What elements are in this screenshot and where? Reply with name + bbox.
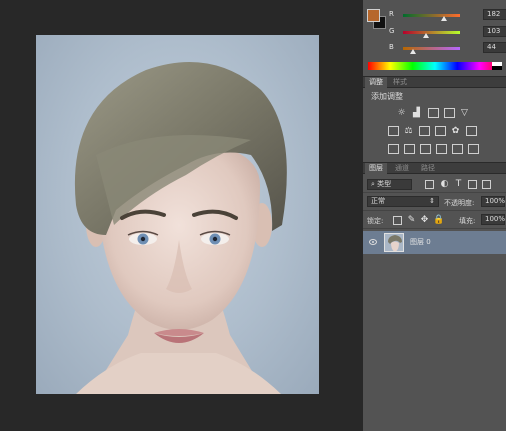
green-label: G <box>389 27 395 35</box>
opacity-field[interactable]: 100% <box>481 196 505 207</box>
photo-filter-icon[interactable] <box>435 126 446 136</box>
adjustments-title: 添加调整 <box>371 92 403 101</box>
layer-row[interactable]: 图层 0 <box>363 231 506 254</box>
invert-icon[interactable] <box>388 144 399 154</box>
layer-kind-label: 类型 <box>377 180 392 188</box>
black-white-icon[interactable] <box>419 126 430 136</box>
selective-color-icon[interactable] <box>436 144 447 154</box>
portrait-image <box>74 61 287 394</box>
color-spectrum-ramp[interactable] <box>368 62 502 70</box>
blend-opacity-row: 正常 ⇕ 不透明度: 100% <box>363 194 506 211</box>
red-slider-track[interactable] <box>403 14 460 17</box>
blue-value-field[interactable]: 44 <box>483 42 506 53</box>
green-slider-track[interactable] <box>403 31 460 34</box>
blue-slider-thumb[interactable] <box>409 49 416 54</box>
black-white-ramp[interactable] <box>492 62 502 70</box>
blue-slider-row: B 44 <box>389 42 506 54</box>
adjustments-panel: 添加调整 ☼ ▟ ▽ ⚖ ✿ <box>363 88 506 160</box>
panels-dock: R 182 G 103 B 44 调整 样式 添加调整 ☼ ▟ ▽ ⚖ ✿ 图层… <box>363 0 506 431</box>
brightness-contrast-icon[interactable]: ☼ <box>396 108 407 118</box>
lock-position-icon[interactable]: ✥ <box>419 215 430 225</box>
green-slider-row: G 103 <box>389 26 506 38</box>
adjustments-tabbar: 调整 样式 <box>363 76 506 88</box>
color-panel: R 182 G 103 B 44 <box>363 0 506 76</box>
lock-all-icon[interactable]: 🔒 <box>433 215 444 225</box>
color-lookup-icon[interactable] <box>466 126 477 136</box>
layer-name[interactable]: 图层 0 <box>410 237 431 247</box>
blue-label: B <box>389 43 394 51</box>
tab-layers[interactable]: 图层 <box>365 163 387 174</box>
threshold-icon[interactable] <box>420 144 431 154</box>
channel-mixer-icon[interactable]: ✿ <box>450 126 461 136</box>
search-icon: ⌕ <box>371 180 375 188</box>
blend-mode-select[interactable]: 正常 ⇕ <box>367 196 439 207</box>
curves-icon[interactable] <box>428 108 439 118</box>
filter-shape-icon[interactable] <box>468 180 477 189</box>
levels-icon[interactable]: ▟ <box>411 108 422 118</box>
filter-smart-object-icon[interactable] <box>482 180 491 189</box>
fill-label: 填充: <box>459 217 476 225</box>
document-canvas[interactable] <box>36 35 319 394</box>
layers-tabbar: 图层 通道 路径 <box>363 162 506 174</box>
tab-channels[interactable]: 通道 <box>391 163 413 174</box>
layer-kind-filter[interactable]: ⌕ 类型 <box>367 179 412 190</box>
layer-filter-row: ⌕ 类型 ◐ T <box>363 176 506 193</box>
fill-field[interactable]: 100% <box>481 214 505 225</box>
foreground-color-swatch[interactable] <box>367 9 380 22</box>
exposure-icon[interactable] <box>444 108 455 118</box>
chevron-down-icon: ⇕ <box>429 197 435 205</box>
lock-label: 锁定: <box>367 217 384 225</box>
red-slider-row: R 182 <box>389 9 506 21</box>
red-slider-thumb[interactable] <box>440 16 447 21</box>
lock-pixels-icon[interactable]: ✎ <box>406 215 417 225</box>
red-label: R <box>389 10 394 18</box>
gradient-map-icon[interactable] <box>452 144 463 154</box>
hue-saturation-icon[interactable] <box>388 126 399 136</box>
layers-panel: ⌕ 类型 ◐ T 正常 ⇕ 不透明度: 100% 锁定: ✎ ✥ 🔒 填充: 1… <box>363 174 506 431</box>
red-value-field[interactable]: 182 <box>483 9 506 20</box>
green-value-field[interactable]: 103 <box>483 26 506 37</box>
tab-paths[interactable]: 路径 <box>417 163 439 174</box>
vibrance-icon[interactable]: ▽ <box>459 108 470 118</box>
tab-styles[interactable]: 样式 <box>389 77 411 88</box>
layer-thumbnail <box>384 233 404 252</box>
lock-fill-row: 锁定: ✎ ✥ 🔒 填充: 100% <box>363 212 506 229</box>
tab-adjustments[interactable]: 调整 <box>365 77 387 88</box>
green-slider-thumb[interactable] <box>423 33 430 38</box>
eye-icon[interactable] <box>369 239 377 245</box>
shadows-highlights-icon[interactable] <box>468 144 479 154</box>
filter-pixel-icon[interactable] <box>425 180 434 189</box>
canvas-area[interactable] <box>0 0 363 431</box>
posterize-icon[interactable] <box>404 144 415 154</box>
opacity-label: 不透明度: <box>444 199 475 207</box>
filter-adjustment-icon[interactable]: ◐ <box>439 179 450 189</box>
blend-mode-label: 正常 <box>371 197 385 205</box>
lock-transparent-icon[interactable] <box>393 216 402 225</box>
filter-type-icon[interactable]: T <box>453 179 464 189</box>
color-balance-icon[interactable]: ⚖ <box>403 126 414 136</box>
